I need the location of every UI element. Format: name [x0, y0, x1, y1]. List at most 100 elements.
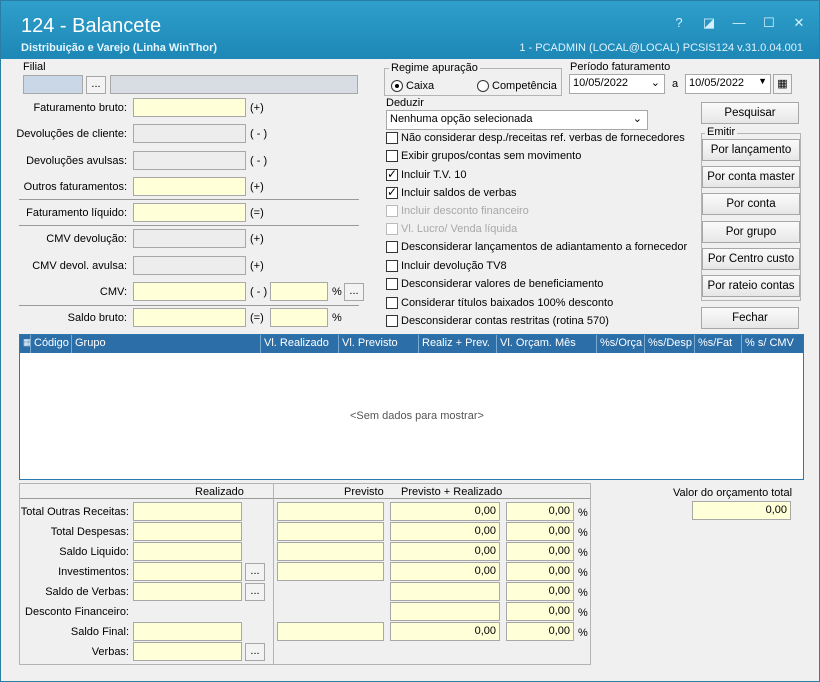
field-operator: (+): [250, 102, 264, 114]
summary-pct-value: 0,00: [506, 622, 574, 641]
option-checkbox[interactable]: [386, 167, 398, 181]
dropdown-arrow-icon: ▼: [758, 76, 767, 86]
option-label: Vl. Lucro/ Venda líquida: [401, 223, 518, 235]
por-rateio-button[interactable]: Por rateio contas: [702, 275, 800, 297]
field-input: [133, 124, 246, 143]
summary-row-label: Total Despesas:: [50, 526, 129, 538]
periodo-label: Período faturamento: [570, 61, 671, 73]
option-checkbox[interactable]: [386, 185, 398, 199]
summary-row-label: Saldo de Verbas:: [45, 586, 129, 598]
col-previsto: Previsto: [344, 486, 384, 498]
periodo-from-input[interactable]: 10/05/2022 ⌄: [569, 74, 665, 94]
column-header[interactable]: Vl. Realizado: [264, 337, 329, 349]
summary-previsto-input[interactable]: [277, 562, 384, 581]
separator-2: [19, 225, 359, 226]
column-separator: [496, 335, 497, 353]
help-icon[interactable]: ?: [671, 15, 687, 31]
field-input: [133, 256, 246, 275]
cmv-lookup-button[interactable]: ...: [344, 283, 364, 301]
results-grid[interactable]: ▦ Código Grupo Vl. Realizado Vl. Previst…: [19, 334, 804, 480]
field-label: CMV devol. avulsa:: [32, 260, 127, 272]
por-centro-custo-button[interactable]: Por Centro custo: [702, 248, 800, 270]
summary-lookup-button[interactable]: ...: [245, 563, 265, 581]
option-checkbox[interactable]: [386, 278, 398, 290]
option-checkbox[interactable]: [386, 260, 398, 272]
option-checkbox[interactable]: [386, 315, 398, 327]
field-input[interactable]: [133, 203, 246, 222]
summary-realizado-input[interactable]: [133, 562, 242, 581]
summary-pct-value: 0,00: [506, 502, 574, 521]
emitir-label: Emitir: [705, 126, 738, 138]
field-operator: ( - ): [250, 155, 268, 167]
maximize-icon[interactable]: ☐: [761, 15, 777, 31]
por-lancamento-button[interactable]: Por lançamento: [702, 139, 800, 161]
cmv-pct-input[interactable]: [270, 282, 328, 301]
summary-realizado-input[interactable]: [133, 622, 242, 641]
option-label: Desconsiderar lançamentos de adiantament…: [401, 241, 688, 253]
column-header[interactable]: %s/Desp: [648, 337, 692, 349]
summary-pct-value: 0,00: [506, 542, 574, 561]
summary-lookup-button[interactable]: ...: [245, 643, 265, 661]
field-label: Saldo bruto:: [67, 312, 127, 324]
summary-previsto-input[interactable]: [277, 542, 384, 561]
summary-lookup-button[interactable]: ...: [245, 583, 265, 601]
saldo-bruto-pct-input[interactable]: [270, 308, 328, 327]
restore-icon[interactable]: ◪: [701, 15, 717, 31]
por-conta-button[interactable]: Por conta: [702, 193, 800, 215]
field-input[interactable]: [133, 308, 246, 327]
column-header[interactable]: %s/Orça: [600, 337, 642, 349]
regime-competencia-radio[interactable]: [477, 80, 489, 92]
field-input[interactable]: [133, 282, 246, 301]
summary-pct-sign: %: [578, 587, 588, 599]
summary-realizado-input[interactable]: [133, 522, 242, 541]
summary-row-label: Total Outras Receitas:: [20, 506, 129, 518]
periodo-to-input[interactable]: 10/05/2022 ▼: [685, 74, 771, 94]
summary-previsto-input[interactable]: [277, 622, 384, 641]
por-grupo-button[interactable]: Por grupo: [702, 221, 800, 243]
summary-pct-sign: %: [578, 507, 588, 519]
calendar-icon[interactable]: ▦: [773, 74, 792, 94]
option-checkbox[interactable]: [386, 297, 398, 309]
field-input[interactable]: [133, 177, 246, 196]
column-header[interactable]: Vl. Orçam. Mês: [500, 337, 576, 349]
grid-header: ▦ Código Grupo Vl. Realizado Vl. Previst…: [20, 335, 803, 353]
column-header[interactable]: Realiz + Prev.: [422, 337, 490, 349]
field-input[interactable]: [133, 98, 246, 117]
option-checkbox[interactable]: [386, 241, 398, 253]
option-label: Desconsiderar valores de beneficiamento: [401, 278, 604, 290]
column-header[interactable]: Vl. Previsto: [342, 337, 398, 349]
filial-lookup-button[interactable]: ...: [86, 76, 106, 94]
column-header[interactable]: %s/Fat: [698, 337, 732, 349]
summary-header-line: [20, 498, 590, 499]
summary-realizado-input[interactable]: [133, 582, 242, 601]
window-controls: ? ◪ — ☐ ✕: [671, 15, 807, 31]
pesquisar-button[interactable]: Pesquisar: [701, 102, 799, 124]
column-header[interactable]: % s/ CMV: [745, 337, 794, 349]
summary-realizado-input[interactable]: [133, 542, 242, 561]
summary-realizado-input[interactable]: [133, 642, 242, 661]
summary-realizado-input[interactable]: [133, 502, 242, 521]
option-label: Incluir saldos de verbas: [401, 187, 517, 199]
close-icon[interactable]: ✕: [791, 15, 807, 31]
chevron-down-icon: ⌄: [650, 77, 660, 89]
window-subtitle: Distribuição e Varejo (Linha WinThor): [21, 42, 218, 54]
option-checkbox[interactable]: [386, 132, 398, 144]
column-header[interactable]: Grupo: [75, 337, 106, 349]
por-conta-master-button[interactable]: Por conta master: [702, 166, 800, 188]
field-label: CMV devolução:: [46, 233, 127, 245]
option-checkbox[interactable]: [386, 150, 398, 162]
field-operator: (=): [250, 207, 264, 219]
summary-pct-value: 0,00: [506, 562, 574, 581]
fechar-button[interactable]: Fechar: [701, 307, 799, 329]
chevron-down-icon: ⌄: [632, 113, 642, 125]
option-label: Considerar títulos baixados 100% descont…: [401, 297, 614, 309]
summary-previsto-input[interactable]: [277, 522, 384, 541]
minimize-icon[interactable]: —: [731, 15, 747, 31]
column-header[interactable]: Código: [34, 337, 69, 349]
deduzir-select[interactable]: Nenhuma opção selecionada ⌄: [386, 110, 648, 130]
regime-caixa-label: Caixa: [406, 80, 435, 92]
filial-code-input[interactable]: [23, 75, 83, 94]
summary-pct-value: 0,00: [506, 522, 574, 541]
summary-previsto-input[interactable]: [277, 502, 384, 521]
regime-caixa-radio[interactable]: [391, 80, 403, 92]
